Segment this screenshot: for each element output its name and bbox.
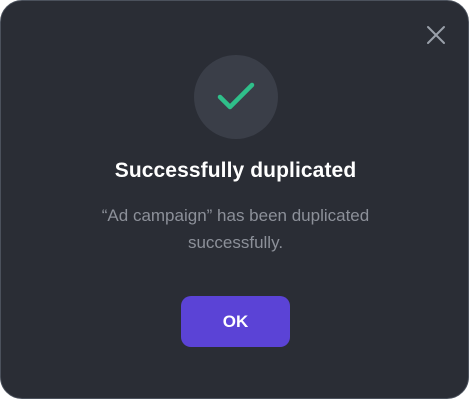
dialog-title: Successfully duplicated xyxy=(114,159,357,182)
success-status-badge xyxy=(194,55,278,139)
close-icon xyxy=(427,26,445,44)
ok-button[interactable]: OK xyxy=(181,296,290,347)
close-button[interactable] xyxy=(422,21,450,49)
checkmark-icon xyxy=(217,82,255,110)
dialog-message: “Ad campaign” has been duplicated succes… xyxy=(101,206,370,252)
success-dialog: Successfully duplicated “Ad campaign” ha… xyxy=(0,0,469,399)
